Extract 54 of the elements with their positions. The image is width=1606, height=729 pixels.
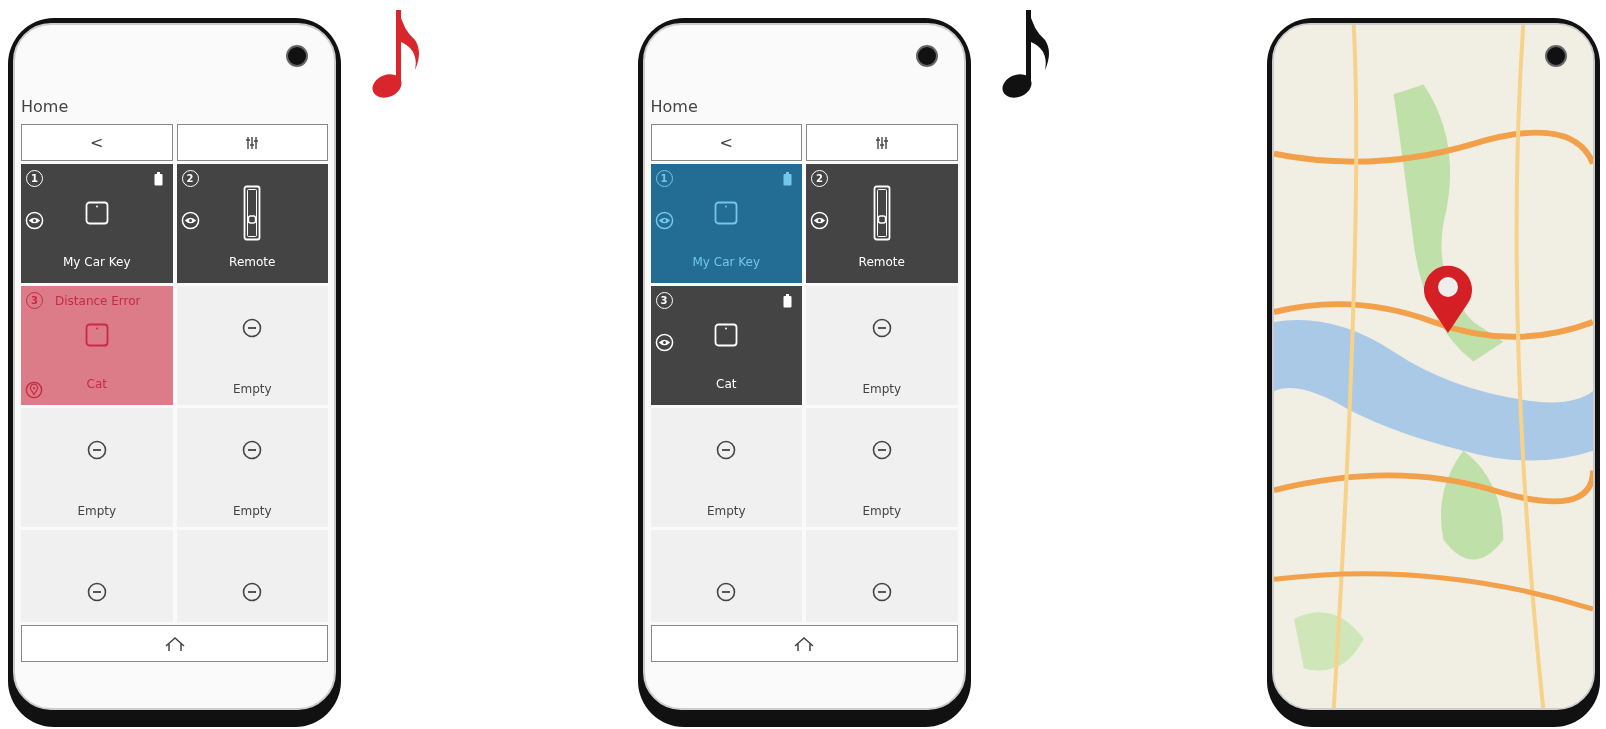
empty-slot[interactable]: Empty (21, 408, 173, 527)
slot-label: Empty (862, 503, 902, 518)
filter-button[interactable] (806, 124, 958, 161)
device-name: My Car Key (692, 254, 760, 269)
back-button[interactable]: < (650, 124, 802, 161)
screen-title: Home (21, 97, 69, 117)
minus-circle-icon (871, 581, 892, 602)
empty-slot[interactable]: Empty (806, 286, 958, 405)
device-tile[interactable]: 1 My Car Key (21, 164, 173, 283)
minus-circle-icon (242, 317, 263, 338)
filter-button[interactable] (176, 124, 328, 161)
minus-circle-icon (242, 581, 263, 602)
device-name: Cat (716, 376, 737, 391)
tag-icon (84, 322, 109, 347)
minus-circle-icon (871, 317, 892, 338)
device-tile[interactable]: 3 Cat (650, 286, 802, 405)
home-icon (163, 635, 186, 652)
minus-circle-icon (716, 581, 737, 602)
camera-icon (286, 45, 308, 67)
tag-icon (84, 200, 109, 225)
empty-slot[interactable]: Empty (176, 408, 328, 527)
remote-icon (872, 184, 891, 241)
slot-label: Empty (77, 503, 117, 518)
back-button[interactable]: < (21, 124, 173, 161)
minus-circle-icon (86, 439, 107, 460)
slot-label: Empty (232, 503, 272, 518)
device-name: My Car Key (63, 254, 131, 269)
slot-label: Empty (232, 381, 272, 396)
minus-circle-icon (86, 581, 107, 602)
slot-label: Empty (706, 503, 746, 518)
device-name: Remote (229, 254, 276, 269)
camera-icon (915, 45, 938, 67)
minus-circle-icon (871, 439, 892, 460)
location-icon[interactable] (25, 381, 43, 399)
minus-circle-icon (242, 439, 263, 460)
device-tile[interactable]: 2 Remote (806, 164, 958, 283)
empty-slot[interactable]: Empty (176, 286, 328, 405)
device-name: Remote (858, 254, 905, 269)
sliders-icon (874, 135, 889, 150)
empty-slot[interactable]: Empty (650, 408, 802, 527)
slot-label: Empty (862, 381, 902, 396)
remote-icon (243, 184, 262, 241)
status-text: Distance Error (55, 294, 141, 308)
home-button[interactable] (650, 625, 958, 662)
home-button[interactable] (21, 625, 328, 662)
tag-icon (714, 200, 739, 225)
empty-slot[interactable]: Empty (806, 408, 958, 527)
sliders-icon (245, 135, 260, 150)
minus-circle-icon (716, 439, 737, 460)
screen-title: Home (650, 97, 698, 117)
device-tile[interactable]: 2 Remote (176, 164, 328, 283)
home-icon (793, 635, 815, 652)
tag-icon (714, 322, 739, 347)
device-name: Cat (86, 376, 107, 391)
